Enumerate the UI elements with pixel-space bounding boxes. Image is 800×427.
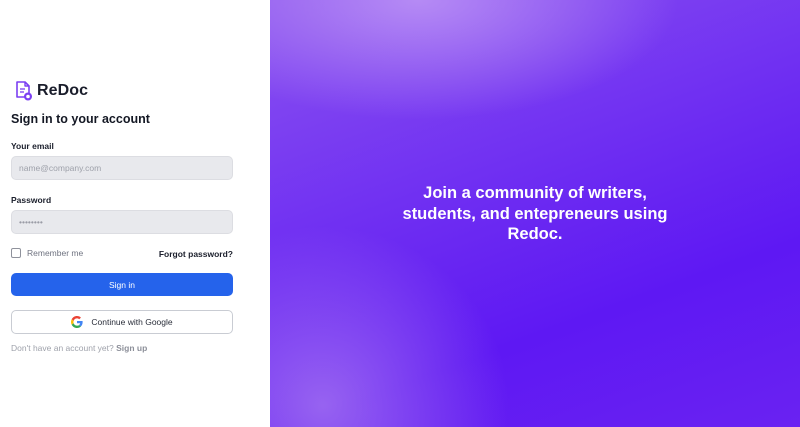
password-field[interactable]: [11, 210, 233, 234]
remember-me-toggle[interactable]: Remember me: [11, 248, 83, 258]
hero-line: Redoc.: [507, 225, 563, 243]
hero-line: students, and entepreneurs using: [402, 204, 668, 223]
google-button-label: Continue with Google: [91, 317, 173, 327]
signin-panel: ReDoc Sign in to your account Your email…: [0, 0, 270, 427]
sign-up-link[interactable]: Sign up: [116, 343, 147, 353]
sign-in-button[interactable]: Sign in: [11, 273, 233, 296]
password-label: Password: [11, 195, 52, 205]
hero-line: Join a community of writers,: [423, 184, 647, 202]
no-account-text: Don't have an account yet?: [11, 343, 114, 353]
hero-tagline: Join a community of writers, students, a…: [270, 183, 800, 245]
brand-logo[interactable]: ReDoc: [14, 80, 88, 102]
forgot-password-link[interactable]: Forgot password?: [159, 249, 233, 259]
remember-me-checkbox[interactable]: [11, 248, 21, 258]
google-icon: [71, 316, 83, 328]
email-field[interactable]: [11, 156, 233, 180]
document-logo-icon: [14, 80, 34, 102]
page-title: Sign in to your account: [11, 112, 150, 126]
email-label: Your email: [11, 141, 54, 151]
brand-name: ReDoc: [37, 82, 89, 99]
signup-prompt: Don't have an account yet? Sign up: [11, 343, 147, 353]
continue-with-google-button[interactable]: Continue with Google: [11, 310, 233, 334]
remember-me-label: Remember me: [27, 248, 84, 258]
